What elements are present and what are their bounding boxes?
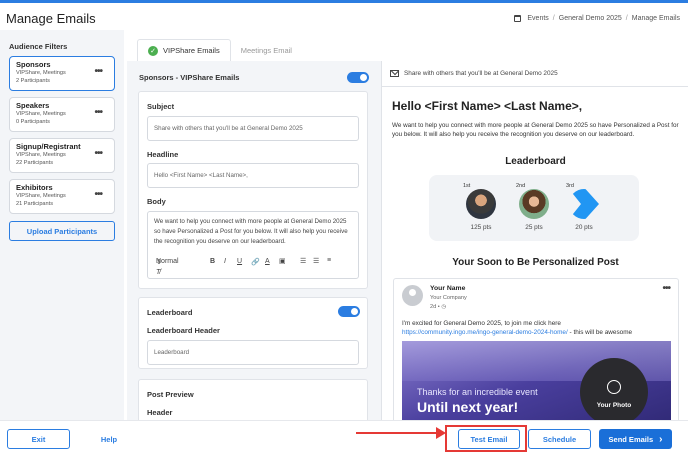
avatar	[402, 285, 423, 306]
audience-item-speakers[interactable]: Speakers VIPShare, Meetings 0 Participan…	[9, 97, 115, 132]
check-circle-icon: ✓	[148, 45, 158, 56]
photo-placeholder: Your Photo	[580, 358, 648, 420]
email-preview: Share with others that you'll be at Gene…	[381, 61, 688, 420]
social-post-card: Your Name Your Company 2d • ◷ ••• I'm ex…	[393, 278, 679, 420]
rank-points: 25 pts	[525, 224, 543, 231]
annotation-arrow	[356, 432, 444, 434]
leaderboard-panel: Leaderboard Leaderboard Header Leaderboa…	[138, 297, 368, 369]
more-options-icon[interactable]: •••	[94, 189, 102, 200]
rank-position: 1st	[463, 183, 471, 189]
section-title: Sponsors - VIPShare Emails	[139, 73, 240, 82]
audience-count: 0 Participants	[16, 119, 50, 125]
more-options-icon[interactable]: •••	[662, 283, 670, 294]
annotation-highlight-box	[445, 425, 527, 452]
globe-icon: ◷	[441, 304, 447, 310]
tab-vipshare-emails[interactable]: ✓ VIPShare Emails	[137, 39, 231, 61]
page-title: Manage Emails	[6, 11, 96, 26]
audience-count: 2 Participants	[16, 78, 50, 84]
avatar	[466, 189, 496, 219]
preview-intro: We want to help you connect with more pe…	[392, 122, 679, 138]
tab-label: VIPShare Emails	[163, 46, 220, 55]
chevron-right-icon: ›	[659, 433, 663, 445]
post-image: Thanks for an incredible event Until nex…	[402, 341, 671, 420]
post-text: I'm excited for General Demo 2025, to jo…	[402, 320, 633, 336]
send-emails-button[interactable]: Send Emails ›	[599, 429, 672, 449]
user-icon	[607, 380, 621, 394]
preview-greeting: Hello <First Name> <Last Name>,	[392, 99, 583, 113]
help-button[interactable]: Help	[92, 429, 126, 449]
audience-count: 21 Participants	[16, 201, 54, 207]
subject-label: Subject	[147, 102, 175, 111]
underline-icon[interactable]: U	[237, 258, 242, 265]
breadcrumb-current: Manage Emails	[631, 15, 680, 22]
leaderboard-label: Leaderboard	[147, 308, 193, 317]
subject-field[interactable]: Share with others that you'll be at Gene…	[147, 116, 359, 141]
audience-item-exhibitors[interactable]: Exhibitors VIPShare, Meetings 21 Partici…	[9, 179, 115, 214]
upload-participants-button[interactable]: Upload Participants	[9, 221, 115, 241]
rich-text-toolbar: Normal ⇕ B I U 🔗 A ▣ ☰ ☰ ≡ T̸	[148, 255, 351, 277]
audience-count: 22 Participants	[16, 160, 54, 166]
audience-sidebar: Audience Filters Sponsors VIPShare, Meet…	[0, 30, 124, 420]
post-author: Your Name	[430, 285, 466, 292]
footer-bar: Exit Help Test Email Schedule Send Email…	[0, 420, 688, 457]
audience-item-signup[interactable]: Signup/Registrant VIPShare, Meetings 22 …	[9, 138, 115, 173]
email-editor: Sponsors - VIPShare Emails Subject Share…	[127, 61, 381, 429]
vipshare-toggle[interactable]	[347, 72, 369, 83]
breadcrumb-events[interactable]: Events	[527, 15, 548, 22]
post-time: 2d • ◷	[430, 304, 447, 310]
bullet-list-icon[interactable]: ☰	[313, 257, 319, 265]
company-logo-avatar	[569, 189, 599, 219]
post-link[interactable]: https://community.ingo.me/ingo-general-d…	[402, 329, 568, 336]
bold-icon[interactable]: B	[210, 258, 215, 265]
post-image-line2: Until next year!	[417, 399, 519, 415]
more-options-icon[interactable]: •••	[94, 66, 102, 77]
clear-format-icon[interactable]: T̸	[156, 269, 160, 276]
tab-label: Meetings Email	[240, 45, 292, 55]
body-label: Body	[147, 197, 166, 206]
post-company: Your Company	[430, 295, 467, 301]
sidebar-title: Audience Filters	[9, 42, 68, 51]
rank-points: 20 pts	[575, 224, 593, 231]
email-tabs: ✓ VIPShare Emails Meetings Email	[137, 39, 302, 61]
tab-meetings-email[interactable]: Meetings Email	[231, 39, 302, 61]
align-icon[interactable]: ≡	[327, 257, 331, 264]
email-content-panel: Subject Share with others that you'll be…	[138, 91, 368, 289]
more-options-icon[interactable]: •••	[94, 107, 102, 118]
headline-field[interactable]: Hello <First Name> <Last Name>,	[147, 163, 359, 188]
image-icon[interactable]: ▣	[279, 257, 286, 265]
rank-position: 2nd	[516, 183, 526, 189]
preview-subject-bar: Share with others that you'll be at Gene…	[382, 61, 688, 87]
leaderboard-header-field[interactable]: Leaderboard	[147, 340, 359, 365]
post-title: Your Soon to Be Personalized Post	[452, 257, 619, 268]
avatar	[519, 189, 549, 219]
exit-button[interactable]: Exit	[7, 429, 70, 449]
post-image-line1: Thanks for an incredible event	[417, 387, 538, 397]
headline-label: Headline	[147, 150, 179, 159]
more-options-icon[interactable]: •••	[94, 148, 102, 159]
calendar-icon	[514, 15, 522, 22]
breadcrumb-event[interactable]: General Demo 2025	[559, 15, 622, 22]
top-accent-bar	[0, 0, 688, 3]
ordered-list-icon[interactable]: ☰	[300, 257, 306, 265]
link-icon[interactable]: 🔗	[251, 258, 260, 266]
body-text: We want to help you connect with more pe…	[154, 218, 348, 245]
rank-position: 3rd	[566, 183, 574, 189]
post-preview-label: Post Preview	[147, 390, 194, 399]
leaderboard-card: 1st 125 pts 2nd 25 pts 3rd 20 pts	[429, 175, 639, 241]
preview-subject: Share with others that you'll be at Gene…	[404, 70, 558, 77]
leaderboard-title: Leaderboard	[505, 156, 566, 167]
format-select[interactable]: Normal ⇕	[156, 258, 179, 266]
audience-item-sponsors[interactable]: Sponsors VIPShare, Meetings 2 Participan…	[9, 56, 115, 91]
envelope-icon	[390, 70, 399, 77]
breadcrumb: Events / General Demo 2025 / Manage Emai…	[514, 15, 680, 22]
header-label: Header	[147, 408, 173, 417]
rank-points: 125 pts	[470, 224, 492, 231]
text-color-icon[interactable]: A	[265, 258, 270, 265]
schedule-button[interactable]: Schedule	[528, 429, 591, 449]
leaderboard-toggle[interactable]	[338, 306, 360, 317]
italic-icon[interactable]: I	[224, 258, 226, 265]
leaderboard-header-label: Leaderboard Header	[147, 326, 220, 335]
